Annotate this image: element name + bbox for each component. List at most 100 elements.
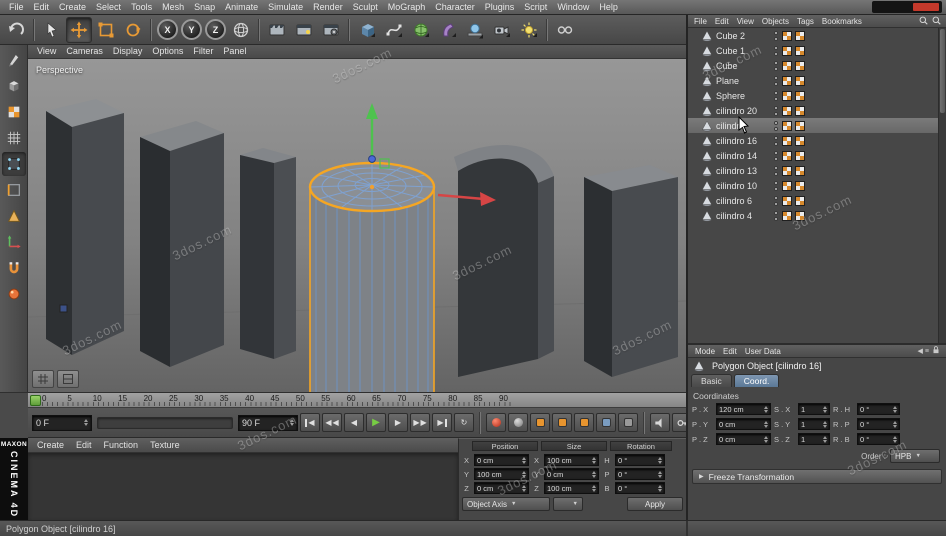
texture-tag-icon[interactable] <box>782 136 792 146</box>
spinner-icon[interactable] <box>522 457 526 464</box>
history-back-icon[interactable]: ◀ <box>918 347 923 355</box>
record-parameter-toggle[interactable] <box>596 413 616 432</box>
render-view-button[interactable] <box>264 17 290 43</box>
scrollbar-thumb[interactable] <box>940 29 945 113</box>
rotation-field[interactable]: 0 ° <box>857 403 900 415</box>
rotation-field[interactable]: 0 ° <box>615 454 665 466</box>
uvw-tag-icon[interactable] <box>795 181 805 191</box>
object-row[interactable]: cilindro 16 <box>688 133 938 148</box>
spinner-icon[interactable] <box>84 419 88 426</box>
add-camera-button[interactable] <box>489 17 515 43</box>
object-row[interactable]: Cube <box>688 58 938 73</box>
add-generator-button[interactable] <box>408 17 434 43</box>
rotation-field[interactable]: 0 ° <box>857 433 900 445</box>
object-row[interactable]: cilindro 14 <box>688 148 938 163</box>
uvw-tag-icon[interactable] <box>795 136 805 146</box>
visibility-toggles[interactable] <box>774 121 778 131</box>
spinner-icon[interactable] <box>893 406 897 413</box>
visibility-toggles[interactable] <box>774 46 778 56</box>
record-keyframe-button[interactable] <box>486 413 506 432</box>
lock-x-axis-button[interactable]: X <box>157 19 178 40</box>
undo-button[interactable] <box>3 17 29 43</box>
object-manager-menu-item[interactable]: File <box>690 14 711 29</box>
spinner-icon[interactable] <box>658 457 662 464</box>
uvw-tag-icon[interactable] <box>795 46 805 56</box>
menu-item[interactable]: MoGraph <box>383 0 431 15</box>
material-menu-item[interactable]: Edit <box>70 438 98 453</box>
object-row[interactable]: Plane <box>688 73 938 88</box>
previous-frame-button[interactable]: ◀ <box>344 413 364 432</box>
add-environment-button[interactable] <box>462 17 488 43</box>
visibility-toggles[interactable] <box>774 196 778 206</box>
menu-item[interactable]: Mesh <box>157 0 189 15</box>
texture-tag-icon[interactable] <box>782 151 792 161</box>
object-manager-menu-item[interactable]: Bookmarks <box>818 14 866 29</box>
object-row[interactable]: cilindro 10 <box>688 178 938 193</box>
menu-item[interactable]: Plugins <box>480 0 520 15</box>
spinner-icon[interactable] <box>592 485 596 492</box>
uvw-tag-icon[interactable] <box>795 121 805 131</box>
menu-item[interactable]: Render <box>308 0 348 15</box>
lock-z-axis-button[interactable]: Z <box>205 19 226 40</box>
workplane-mode-button[interactable] <box>2 126 26 150</box>
visibility-toggles[interactable] <box>774 211 778 221</box>
visibility-toggles[interactable] <box>774 31 778 41</box>
edges-mode-button[interactable] <box>2 178 26 202</box>
uvw-tag-icon[interactable] <box>795 106 805 116</box>
spinner-icon[interactable] <box>290 419 294 426</box>
go-to-start-button[interactable]: ◀ <box>300 413 320 432</box>
menu-item[interactable]: Simulate <box>263 0 308 15</box>
object-row[interactable]: cilindro 4 <box>688 208 938 223</box>
add-spline-button[interactable] <box>381 17 407 43</box>
model-mode-button[interactable] <box>2 74 26 98</box>
rotation-field[interactable]: 0 ° <box>615 468 665 480</box>
record-scale-toggle[interactable] <box>552 413 572 432</box>
menu-item[interactable]: Snap <box>189 0 220 15</box>
spinner-icon[interactable] <box>764 421 768 428</box>
spinner-icon[interactable] <box>764 406 768 413</box>
spinner-icon[interactable] <box>658 471 662 478</box>
texture-tag-icon[interactable] <box>782 211 792 221</box>
attribute-menu-item[interactable]: Edit <box>719 344 741 359</box>
search-icon[interactable] <box>931 15 942 28</box>
freeze-transformation-header[interactable]: ▶ Freeze Transformation <box>692 469 942 484</box>
visibility-toggles[interactable] <box>774 91 778 101</box>
menu-item[interactable]: Edit <box>29 0 55 15</box>
uvw-tag-icon[interactable] <box>795 151 805 161</box>
lock-y-axis-button[interactable]: Y <box>181 19 202 40</box>
viewport-canvas[interactable] <box>28 59 686 392</box>
viewport-menu-item[interactable]: Display <box>108 44 148 59</box>
points-mode-button[interactable] <box>2 152 26 176</box>
material-list-area[interactable] <box>28 453 458 520</box>
spinner-icon[interactable] <box>893 421 897 428</box>
snap-magnet-button[interactable] <box>2 256 26 280</box>
find-icon[interactable] <box>918 15 929 28</box>
uvw-tag-icon[interactable] <box>795 31 805 41</box>
uvw-tag-icon[interactable] <box>795 166 805 176</box>
grid-toggle-button[interactable] <box>32 370 54 388</box>
texture-tag-icon[interactable] <box>782 76 792 86</box>
uvw-tag-icon[interactable] <box>795 211 805 221</box>
menu-item[interactable]: Sculpt <box>348 0 383 15</box>
object-row[interactable]: cilindro 13 <box>688 163 938 178</box>
size-field[interactable]: 100 cm <box>544 454 599 466</box>
render-picture-viewer-button[interactable] <box>291 17 317 43</box>
uvw-tag-icon[interactable] <box>795 76 805 86</box>
menu-item[interactable]: Character <box>430 0 480 15</box>
rotation-field[interactable]: 0 ° <box>615 482 665 494</box>
view-settings-button[interactable] <box>57 370 79 388</box>
menu-item[interactable]: Create <box>54 0 91 15</box>
object-manager-menu-item[interactable]: View <box>733 14 758 29</box>
texture-tag-icon[interactable] <box>782 166 792 176</box>
visibility-toggles[interactable] <box>774 76 778 86</box>
object-row[interactable]: Sphere <box>688 88 938 103</box>
menu-item[interactable]: Animate <box>220 0 263 15</box>
record-pla-toggle[interactable] <box>618 413 638 432</box>
apply-button[interactable]: Apply <box>627 497 683 511</box>
texture-tag-icon[interactable] <box>782 31 792 41</box>
paint-mode-button[interactable] <box>2 282 26 306</box>
end-frame-field[interactable]: 90 F <box>238 415 298 431</box>
scale-field[interactable]: 1 <box>798 403 830 415</box>
autokey-button[interactable] <box>508 413 528 432</box>
make-editable-button[interactable] <box>2 48 26 72</box>
